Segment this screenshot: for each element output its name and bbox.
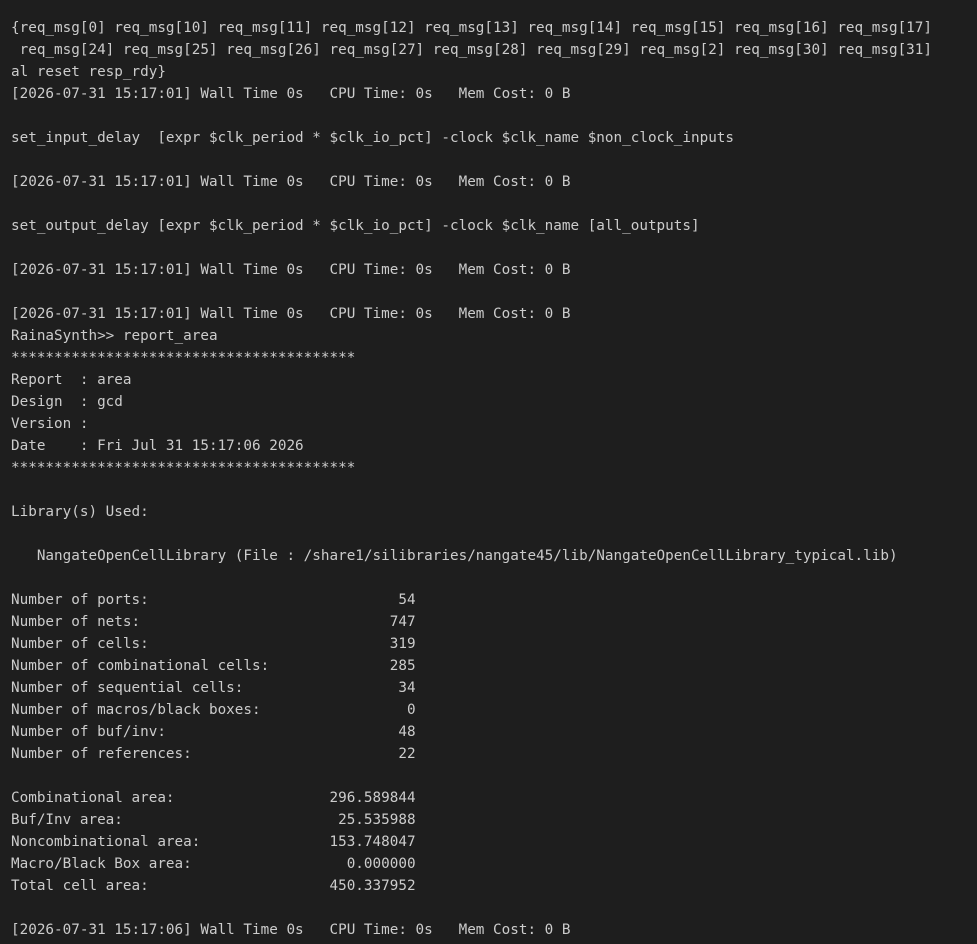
terminal-line: req_msg[24] req_msg[25] req_msg[26] req_… <box>11 42 932 58</box>
terminal-line: [2026-07-31 15:17:01] Wall Time 0s CPU T… <box>11 306 571 322</box>
terminal-line: Version : <box>11 416 89 432</box>
terminal-line: set_output_delay [expr $clk_period * $cl… <box>11 218 700 234</box>
terminal-line: **************************************** <box>11 460 356 476</box>
terminal-line: Number of combinational cells: 285 <box>11 658 416 674</box>
terminal-line: Date : Fri Jul 31 15:17:06 2026 <box>11 438 304 454</box>
terminal-line: [2026-07-31 15:17:01] Wall Time 0s CPU T… <box>11 174 571 190</box>
terminal-line: [2026-07-31 15:17:01] Wall Time 0s CPU T… <box>11 262 571 278</box>
terminal-line: [2026-07-31 15:17:01] Wall Time 0s CPU T… <box>11 86 571 102</box>
terminal-line: Total cell area: 450.337952 <box>11 878 416 894</box>
terminal-line: RainaSynth>> report_area <box>11 328 218 344</box>
terminal-line: Combinational area: 296.589844 <box>11 790 416 806</box>
terminal-line: Buf/Inv area: 25.535988 <box>11 812 416 828</box>
terminal-line: Number of ports: 54 <box>11 592 416 608</box>
terminal-line: al reset resp_rdy} <box>11 64 166 80</box>
terminal-line: Noncombinational area: 153.748047 <box>11 834 416 850</box>
terminal-line: Number of buf/inv: 48 <box>11 724 416 740</box>
terminal-line: [2026-07-31 15:17:06] Wall Time 0s CPU T… <box>11 922 571 938</box>
terminal-line: Number of sequential cells: 34 <box>11 680 416 696</box>
terminal-line: {req_msg[0] req_msg[10] req_msg[11] req_… <box>11 20 932 36</box>
terminal-line: Number of references: 22 <box>11 746 416 762</box>
terminal-line: Number of cells: 319 <box>11 636 416 652</box>
terminal-line: set_input_delay [expr $clk_period * $clk… <box>11 130 735 146</box>
terminal-output[interactable]: {req_msg[0] req_msg[10] req_msg[11] req_… <box>0 0 977 944</box>
terminal-line: Number of nets: 747 <box>11 614 416 630</box>
terminal-line: Library(s) Used: <box>11 504 149 520</box>
terminal-line: Macro/Black Box area: 0.000000 <box>11 856 416 872</box>
terminal-line: Design : gcd <box>11 394 123 410</box>
terminal-line: Number of macros/black boxes: 0 <box>11 702 416 718</box>
terminal-line: NangateOpenCellLibrary (File : /share1/s… <box>11 548 898 564</box>
terminal-line: Report : area <box>11 372 132 388</box>
terminal-line: **************************************** <box>11 350 356 366</box>
